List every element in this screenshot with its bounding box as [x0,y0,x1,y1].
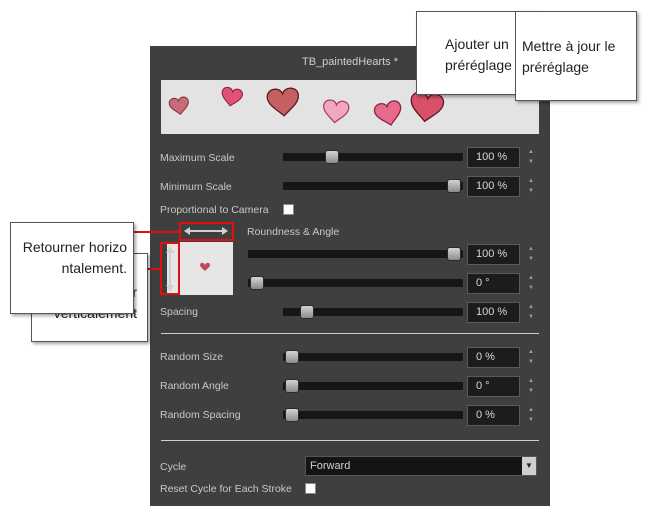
spin-up-icon[interactable]: ▲ [527,244,535,254]
random-spacing-handle[interactable] [285,408,299,422]
reset-cycle-label: Reset Cycle for Each Stroke [160,483,292,495]
random-size-field[interactable]: 0 % [467,347,520,368]
random-size-slider[interactable] [283,353,463,361]
roundness-handle[interactable] [447,247,461,261]
maximum-scale-label: Maximum Scale [160,152,235,164]
spin-down-icon[interactable]: ▼ [527,312,535,322]
roundness-angle-label: Roundness & Angle [247,226,340,238]
angle-handle[interactable] [250,276,264,290]
heart-icon [321,98,351,125]
spin-up-icon[interactable]: ▲ [527,147,535,157]
random-angle-label: Random Angle [160,380,229,392]
callout-line [148,268,160,270]
angle-field[interactable]: 0 ° [467,273,520,294]
spin-up-icon[interactable]: ▲ [527,176,535,186]
spin-down-icon[interactable]: ▼ [527,254,535,264]
random-spacing-field[interactable]: 0 % [467,405,520,426]
heart-icon [407,90,446,125]
random-angle-handle[interactable] [285,379,299,393]
proportional-label: Proportional to Camera [160,204,269,216]
random-size-stepper[interactable]: ▲ ▼ [527,347,535,368]
maximum-scale-stepper[interactable]: ▲ ▼ [527,147,535,168]
heart-icon [266,86,301,118]
maximum-scale-field[interactable]: 100 % [467,147,520,168]
heart-icon [168,95,191,117]
separator [161,440,539,441]
maximum-scale-slider[interactable] [283,153,463,161]
spacing-field[interactable]: 100 % [467,302,520,323]
flip-horizontal-callout: Retourner horizontalement. [10,222,134,314]
minimum-scale-field[interactable]: 100 % [467,176,520,197]
chevron-down-icon[interactable]: ▼ [522,457,536,475]
roundness-field[interactable]: 100 % [467,244,520,265]
spin-up-icon[interactable]: ▲ [527,273,535,283]
random-spacing-slider[interactable] [283,411,463,419]
spin-down-icon[interactable]: ▼ [527,357,535,367]
minimum-scale-label: Minimum Scale [160,181,232,193]
spin-down-icon[interactable]: ▼ [527,186,535,196]
random-angle-slider[interactable] [283,382,463,390]
spacing-label: Spacing [160,306,198,318]
minimum-scale-stepper[interactable]: ▲ ▼ [527,176,535,197]
spin-down-icon[interactable]: ▼ [527,157,535,167]
proportional-checkbox[interactable] [283,204,294,215]
spin-down-icon[interactable]: ▼ [527,386,535,396]
maximum-scale-handle[interactable] [325,150,339,164]
cycle-dropdown[interactable]: Forward ▼ [305,456,537,476]
heart-icon [372,99,405,129]
heart-icon [219,86,244,109]
random-size-label: Random Size [160,351,224,363]
minimum-scale-handle[interactable] [447,179,461,193]
random-spacing-label: Random Spacing [160,409,241,421]
flip-horizontal-icon[interactable] [182,224,230,243]
flip-vertical-icon[interactable] [163,245,177,298]
spin-down-icon[interactable]: ▼ [527,283,535,293]
spacing-stepper[interactable]: ▲ ▼ [527,302,535,323]
update-preset-callout: Mettre à jour le préréglage [515,11,637,101]
spin-up-icon[interactable]: ▲ [527,376,535,386]
minimum-scale-slider[interactable] [283,182,463,190]
random-spacing-stepper[interactable]: ▲ ▼ [527,405,535,426]
roundness-slider[interactable] [248,250,463,258]
reset-cycle-checkbox[interactable] [305,483,316,494]
cycle-label: Cycle [160,461,187,473]
spin-up-icon[interactable]: ▲ [527,347,535,357]
random-angle-stepper[interactable]: ▲ ▼ [527,376,535,397]
callout-line [134,231,180,233]
angle-stepper[interactable]: ▲ ▼ [527,273,535,294]
spin-up-icon[interactable]: ▲ [527,302,535,312]
random-size-handle[interactable] [285,350,299,364]
cycle-value: Forward [310,460,351,472]
angle-slider[interactable] [248,279,463,287]
separator [161,333,539,334]
spacing-handle[interactable] [300,305,314,319]
spin-down-icon[interactable]: ▼ [527,415,535,425]
roundness-stepper[interactable]: ▲ ▼ [527,244,535,265]
spin-up-icon[interactable]: ▲ [527,405,535,415]
random-angle-field[interactable]: 0 ° [467,376,520,397]
